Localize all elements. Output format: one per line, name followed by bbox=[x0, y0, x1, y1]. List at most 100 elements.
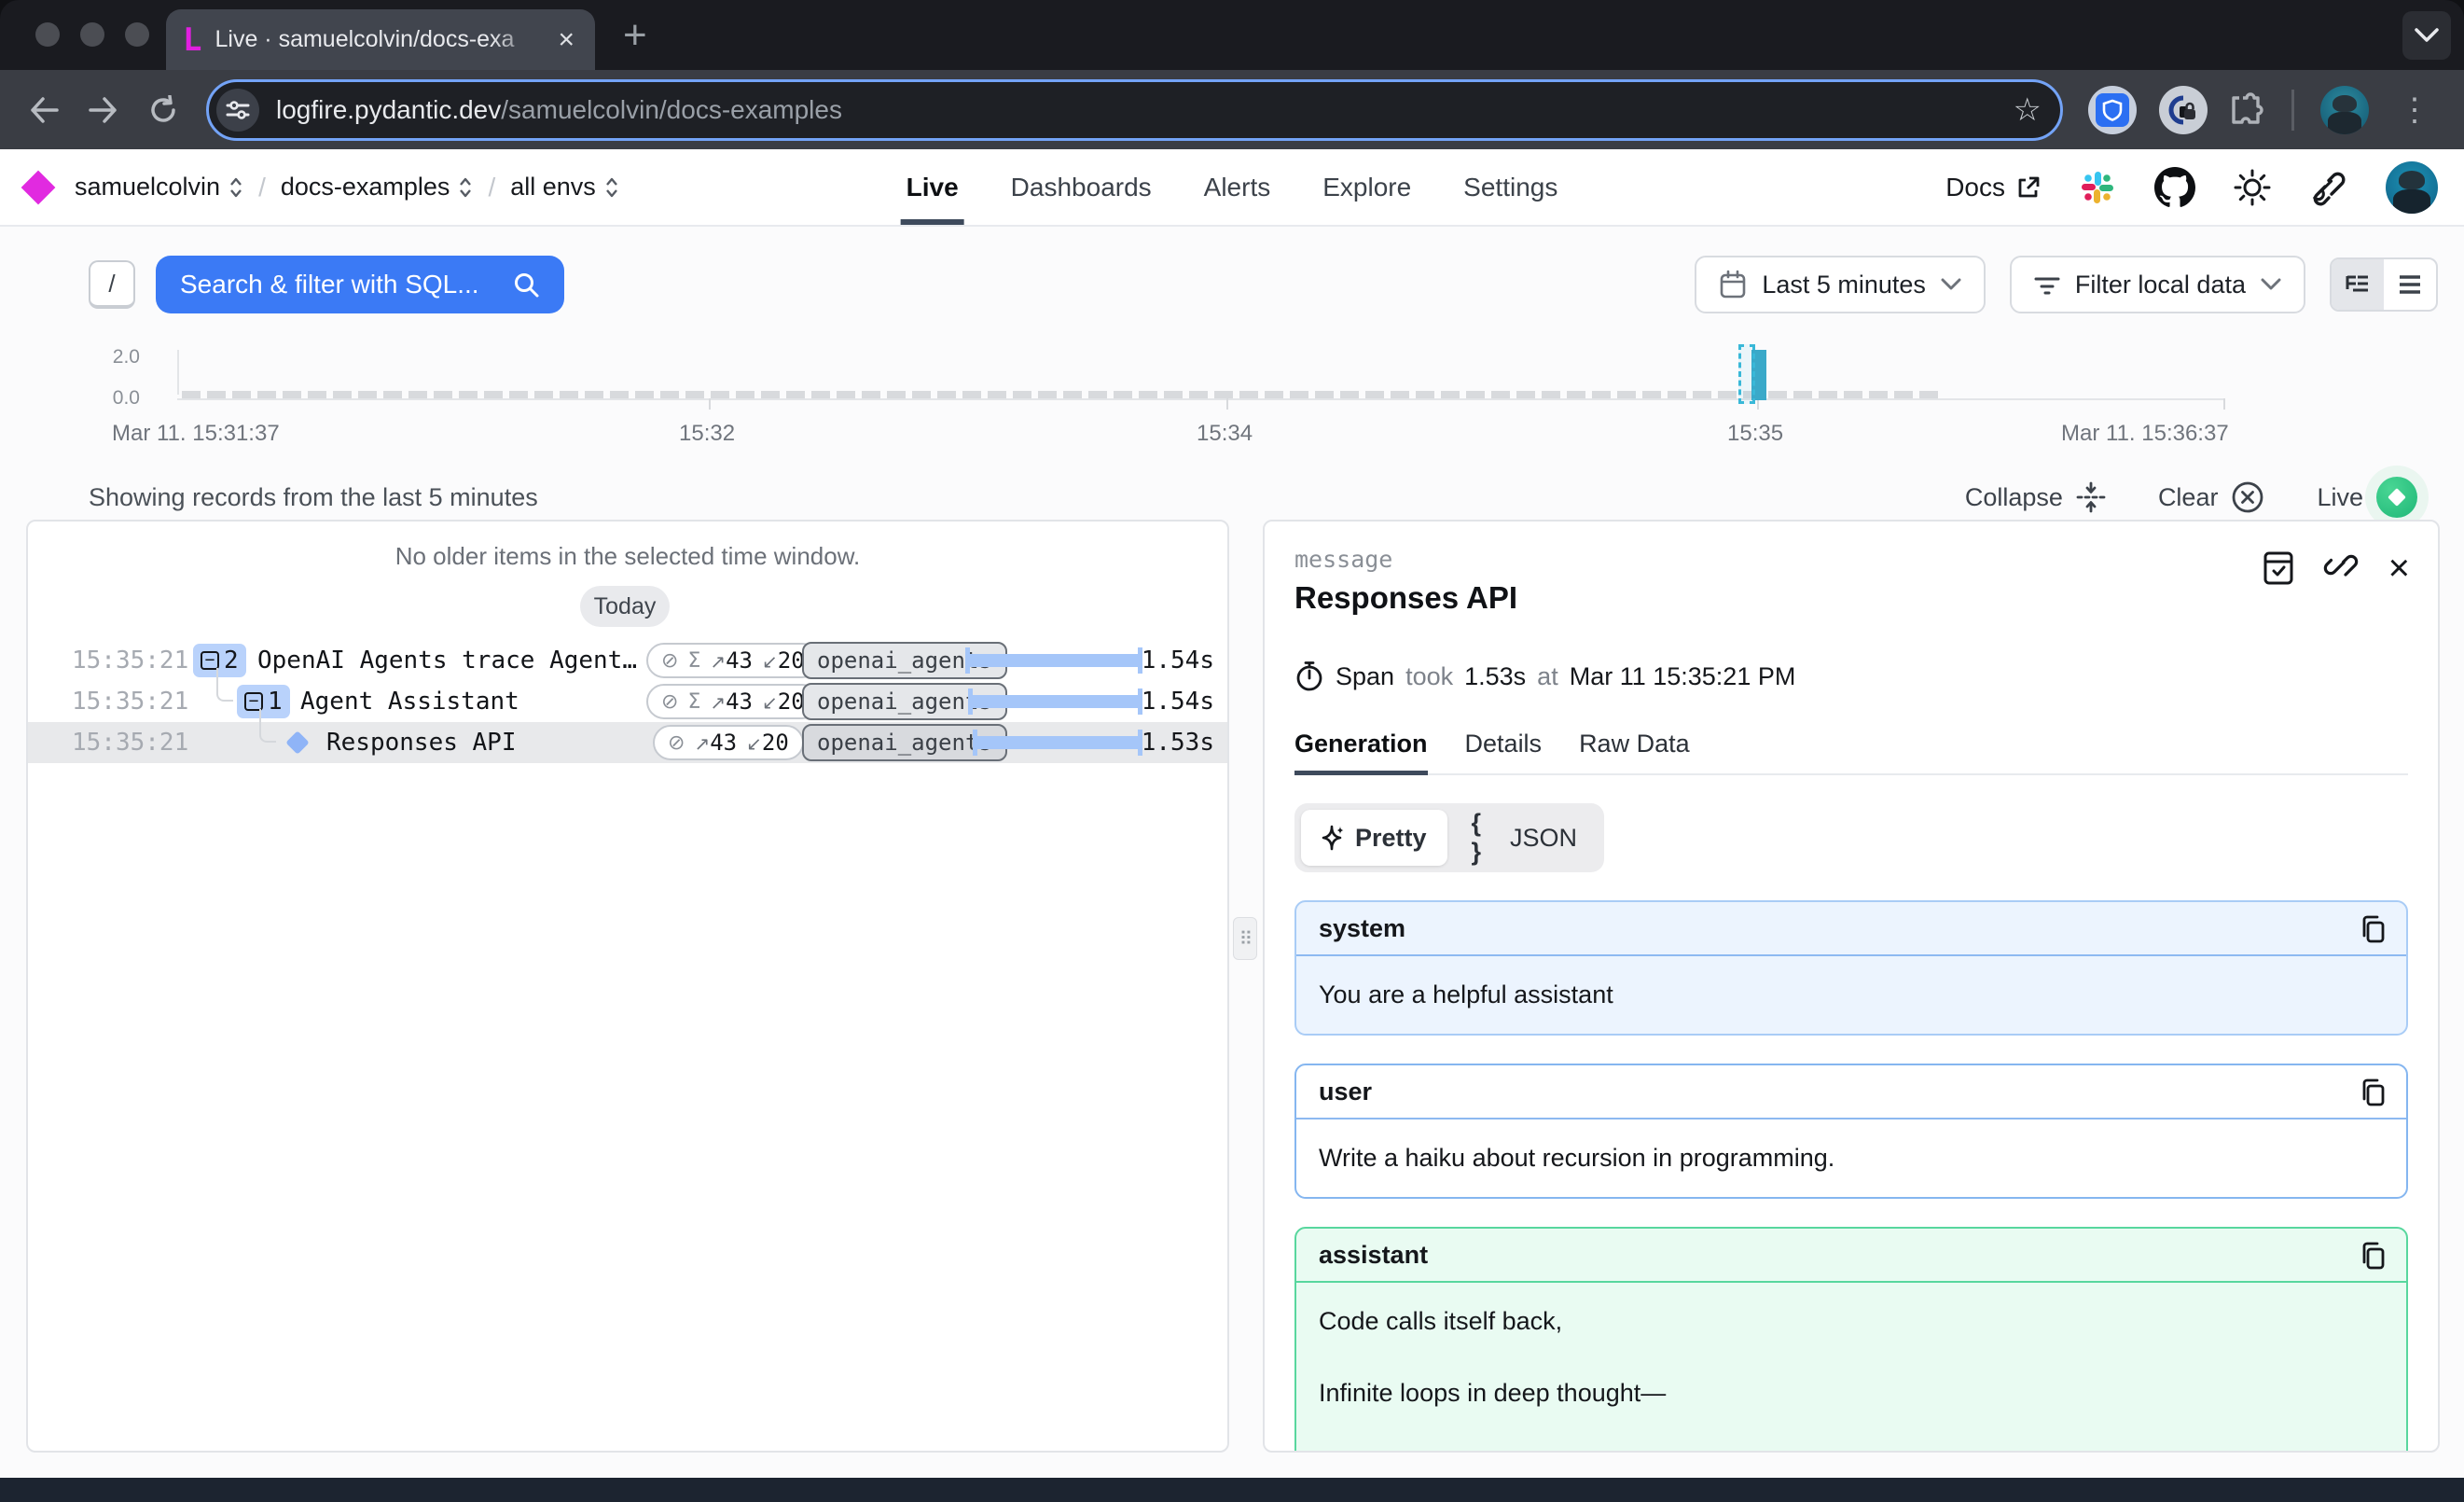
minimize-window-button[interactable] bbox=[80, 22, 104, 47]
close-icon[interactable]: × bbox=[2388, 549, 2410, 587]
message-card-assistant: assistant Code calls itself back, Infini… bbox=[1294, 1227, 2408, 1453]
trace-row-selected[interactable]: 15:35:21 Responses API ⊘ ↗43 ↙20 openai_… bbox=[28, 722, 1227, 763]
zoom-window-button[interactable] bbox=[125, 22, 149, 47]
message-line: Write a haiku about recursion in program… bbox=[1319, 1144, 2384, 1173]
at-word: at bbox=[1537, 662, 1558, 691]
filter-local-data-button[interactable]: Filter local data bbox=[2010, 256, 2305, 313]
search-tabs-button[interactable] bbox=[2402, 11, 2451, 60]
token-metrics-badge[interactable]: ⊘ Σ ↗43 ↙20 bbox=[646, 643, 820, 678]
x-axis-tick: Mar 11. 15:36:37 bbox=[2061, 421, 2229, 447]
panel-resize-handle[interactable]: ⠿ bbox=[1233, 917, 1257, 960]
forward-button[interactable] bbox=[76, 83, 131, 137]
share-link-icon[interactable] bbox=[2309, 168, 2348, 207]
token-metrics-badge[interactable]: ⊘ Σ ↗43 ↙20 bbox=[646, 684, 820, 719]
calendar-icon bbox=[1719, 270, 1747, 299]
site-settings-button[interactable] bbox=[216, 89, 259, 132]
page-bottom-bar bbox=[0, 1478, 2464, 1502]
status-row: Showing records from the last 5 minutes … bbox=[89, 477, 2417, 518]
date-pill[interactable]: Today bbox=[580, 586, 670, 627]
tab-explore[interactable]: Explore bbox=[1322, 149, 1411, 225]
x-axis-tickmark bbox=[709, 398, 711, 410]
collapse-icon bbox=[2076, 481, 2106, 513]
url-text[interactable]: logfire.pydantic.dev/samuelcolvin/docs-e… bbox=[276, 95, 2004, 125]
extensions-puzzle-icon[interactable] bbox=[2230, 92, 2265, 128]
chevron-down-icon bbox=[2261, 278, 2281, 291]
tab-alerts[interactable]: Alerts bbox=[1204, 149, 1271, 225]
theme-sun-icon[interactable] bbox=[2233, 168, 2272, 207]
message-line: You are a helpful assistant bbox=[1319, 980, 2384, 1009]
token-metrics-badge[interactable]: ⊘ ↗43 ↙20 bbox=[653, 725, 804, 760]
bookmark-star-icon[interactable]: ☆ bbox=[2004, 91, 2051, 129]
sort-chevrons-icon bbox=[228, 176, 243, 199]
panel-check-icon[interactable] bbox=[2262, 550, 2295, 586]
external-link-icon bbox=[2016, 175, 2041, 200]
tree-view-button[interactable] bbox=[2332, 259, 2384, 310]
org-selector[interactable]: samuelcolvin bbox=[75, 173, 243, 202]
role-label: system bbox=[1319, 914, 1405, 943]
back-button[interactable] bbox=[17, 83, 71, 137]
bitwarden-extension-icon[interactable] bbox=[2088, 86, 2137, 134]
x-axis-tick: 15:32 bbox=[679, 421, 735, 447]
window-controls[interactable] bbox=[35, 22, 149, 47]
time-range-button[interactable]: Last 5 minutes bbox=[1695, 256, 1986, 313]
header-right: Docs bbox=[1945, 161, 2438, 214]
breadcrumb-separator: / bbox=[258, 173, 266, 202]
tab-close-icon[interactable]: × bbox=[554, 26, 578, 54]
search-input[interactable]: Search & filter with SQL... bbox=[156, 256, 564, 313]
span-name: Responses API bbox=[326, 729, 517, 757]
breadcrumb-separator: / bbox=[488, 173, 495, 202]
chevron-down-icon bbox=[1941, 278, 1961, 291]
tab-details[interactable]: Details bbox=[1465, 730, 1543, 773]
role-label: assistant bbox=[1319, 1241, 1428, 1270]
activity-timeline-chart[interactable]: 2.0 0.0 Mar 11. 15:31:37 15:32 15:34 15:… bbox=[0, 339, 2464, 488]
span-detail-panel: message Responses API × bbox=[1263, 520, 2440, 1453]
collapse-button[interactable]: Collapse bbox=[1965, 481, 2106, 513]
github-icon[interactable] bbox=[2154, 167, 2195, 208]
user-avatar[interactable] bbox=[2386, 161, 2438, 214]
filter-local-data-label: Filter local data bbox=[2075, 271, 2246, 299]
copy-link-icon[interactable] bbox=[2323, 549, 2360, 587]
tab-raw-data[interactable]: Raw Data bbox=[1579, 730, 1690, 773]
close-window-button[interactable] bbox=[35, 22, 60, 47]
browser-tab[interactable]: L Live · samuelcolvin/docs-exa × bbox=[166, 9, 595, 70]
sigma-icon: Σ bbox=[687, 690, 700, 714]
browser-menu-icon[interactable]: ⋮ bbox=[2391, 91, 2438, 129]
message-card-system: system You are a helpful assistant bbox=[1294, 900, 2408, 1036]
y-axis-tick: 2.0 bbox=[84, 346, 140, 369]
tab-generation[interactable]: Generation bbox=[1294, 730, 1428, 773]
live-toggle[interactable]: Live bbox=[2317, 477, 2417, 518]
span-diamond-icon bbox=[285, 730, 309, 754]
trace-row[interactable]: 15:35:21 − 2 OpenAI Agents trace Agent… … bbox=[28, 640, 1227, 681]
copy-icon[interactable] bbox=[2358, 1077, 2389, 1108]
copy-icon[interactable] bbox=[2358, 913, 2389, 945]
new-tab-button[interactable]: + bbox=[623, 15, 647, 56]
token-coin-icon: ⊘ bbox=[661, 649, 678, 673]
browser-profile-avatar[interactable] bbox=[2320, 86, 2369, 134]
privacy-extension-icon[interactable] bbox=[2159, 86, 2208, 134]
render-mode-toggle: Pretty { } JSON bbox=[1294, 803, 1604, 872]
span-info: Span took 1.53s at Mar 11 15:35:21 PM bbox=[1294, 661, 2408, 692]
tab-dashboards[interactable]: Dashboards bbox=[1011, 149, 1152, 225]
slash-shortcut-key[interactable]: / bbox=[89, 260, 135, 309]
braces-icon: { } bbox=[1472, 809, 1501, 867]
docs-link[interactable]: Docs bbox=[1945, 173, 2041, 202]
slack-icon[interactable] bbox=[2078, 168, 2117, 207]
x-axis-tick: 15:34 bbox=[1197, 421, 1253, 447]
url-bar[interactable]: logfire.pydantic.dev/samuelcolvin/docs-e… bbox=[209, 82, 2060, 138]
copy-icon[interactable] bbox=[2358, 1240, 2389, 1272]
project-selector[interactable]: docs-examples bbox=[281, 173, 474, 202]
list-view-button[interactable] bbox=[2384, 259, 2436, 310]
lock-badge-icon bbox=[2167, 94, 2199, 126]
pretty-toggle[interactable]: Pretty bbox=[1301, 810, 1447, 866]
logfire-logo-icon[interactable] bbox=[21, 170, 56, 204]
tokens-out: 20 bbox=[762, 730, 789, 756]
detail-tabs: Generation Details Raw Data bbox=[1294, 730, 2408, 775]
clear-button[interactable]: Clear bbox=[2158, 480, 2265, 514]
json-toggle[interactable]: { } JSON bbox=[1451, 810, 1598, 866]
env-selector[interactable]: all envs bbox=[510, 173, 619, 202]
reload-button[interactable] bbox=[136, 83, 190, 137]
tab-settings[interactable]: Settings bbox=[1463, 149, 1557, 225]
toolbar-divider bbox=[2291, 90, 2294, 131]
trace-row[interactable]: 15:35:21 − 1 Agent Assistant ⊘ Σ ↗43 ↙20… bbox=[28, 681, 1227, 722]
tab-live[interactable]: Live bbox=[907, 149, 959, 225]
